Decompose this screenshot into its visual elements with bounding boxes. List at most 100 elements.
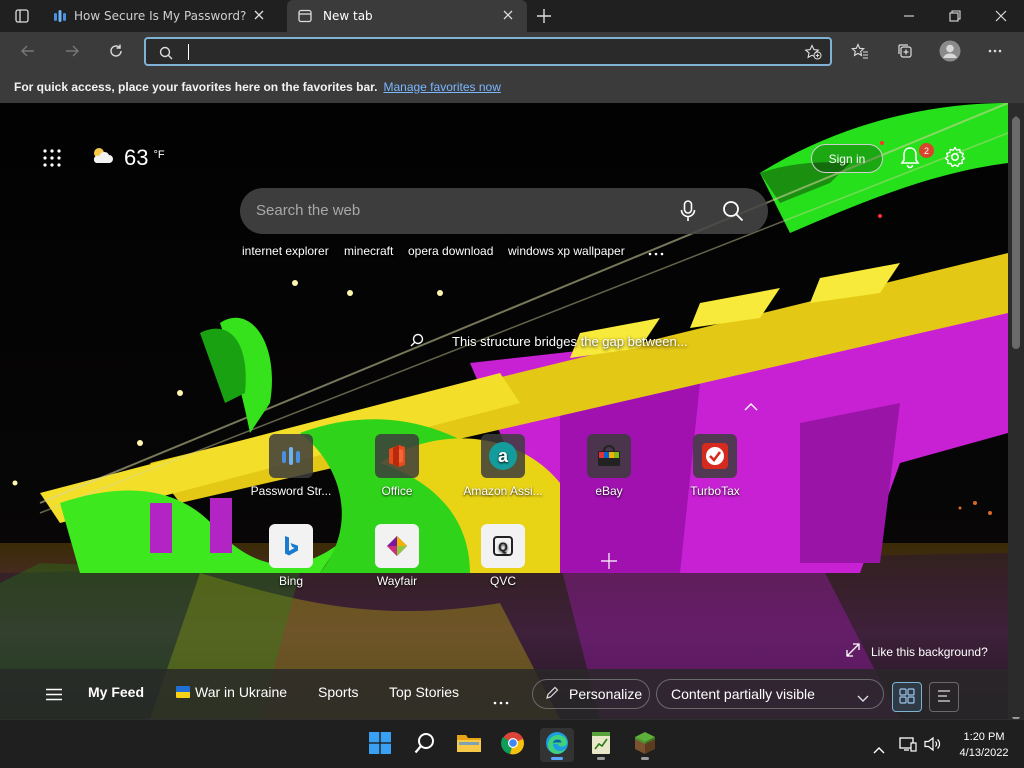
new-tab-icon: [287, 8, 323, 24]
address-bar[interactable]: [144, 37, 832, 66]
add-favorite-icon[interactable]: [804, 44, 822, 64]
system-clock[interactable]: 1:20 PM 4/13/2022: [952, 729, 1016, 761]
more-suggestions-icon[interactable]: [648, 242, 664, 261]
search-icon: [414, 732, 436, 758]
running-indicator: [641, 757, 649, 760]
back-button[interactable]: [13, 36, 43, 66]
content-visibility-dropdown[interactable]: Content partially visible: [656, 679, 884, 709]
content-visibility-label: Content partially visible: [671, 686, 815, 702]
tab-password-checker[interactable]: How Secure Is My Password? | Pa: [46, 0, 286, 32]
quick-link-bing[interactable]: Bing: [241, 524, 341, 588]
quick-link-label: Office: [381, 484, 413, 498]
forward-button[interactable]: [57, 36, 87, 66]
settings-gear-icon[interactable]: [944, 146, 966, 172]
taskbar: 1:20 PM 4/13/2022: [0, 719, 1024, 768]
chevron-up-icon[interactable]: [873, 739, 885, 758]
search-icon: [159, 45, 173, 64]
network-icon[interactable]: [899, 736, 917, 756]
minecraft-grass-block-icon: [634, 731, 656, 759]
like-background-label: Like this background?: [871, 644, 988, 659]
more-feeds-icon[interactable]: [493, 692, 509, 708]
active-indicator: [551, 757, 563, 760]
more-menu-button[interactable]: [980, 36, 1010, 66]
restore-button[interactable]: [932, 0, 978, 32]
apps-launcher-icon[interactable]: [43, 149, 61, 171]
quick-link-office[interactable]: Office: [347, 434, 447, 498]
personalize-label: Personalize: [569, 686, 643, 702]
notes-app-button[interactable]: [584, 728, 618, 762]
scrollbar-thumb[interactable]: [1012, 117, 1020, 349]
feed-tab-war-in-ukraine[interactable]: War in Ukraine: [195, 684, 287, 700]
grid-view-button[interactable]: [892, 682, 922, 712]
close-icon[interactable]: [254, 9, 264, 23]
minecraft-button[interactable]: [628, 728, 662, 762]
feed-tab-sports[interactable]: Sports: [318, 684, 358, 700]
folder-icon: [456, 732, 482, 758]
clock-time: 1:20 PM: [963, 731, 1005, 743]
profile-button[interactable]: [935, 36, 965, 66]
feed-tab-top-stories[interactable]: Top Stories: [389, 684, 459, 700]
notifications-button[interactable]: 2: [899, 143, 934, 169]
qvc-icon: Q: [481, 524, 525, 568]
search-suggestion[interactable]: opera download: [408, 244, 493, 258]
feed-tab-my-feed[interactable]: My Feed: [88, 684, 144, 700]
add-quick-link-button[interactable]: [600, 552, 618, 574]
quick-link-qvc[interactable]: Q QVC: [453, 524, 553, 588]
search-suggestion[interactable]: internet explorer: [242, 244, 329, 258]
quick-link-turbotax[interactable]: TurboTax: [665, 434, 765, 498]
volume-icon[interactable]: [924, 736, 942, 756]
bing-icon: [269, 524, 313, 568]
refresh-button[interactable]: [101, 36, 131, 66]
quick-link-password-strength[interactable]: Password Str...: [241, 434, 341, 498]
start-button[interactable]: [363, 728, 397, 762]
bell-icon: [899, 147, 921, 173]
ebay-icon: [587, 434, 631, 478]
close-window-button[interactable]: [978, 0, 1024, 32]
list-view-button[interactable]: [929, 682, 959, 712]
manage-favorites-link[interactable]: Manage favorites now: [383, 80, 500, 94]
caption-text: This structure bridges the gap between..…: [452, 334, 688, 349]
web-search-box[interactable]: Search the web: [240, 188, 768, 234]
svg-text:Q: Q: [498, 540, 507, 554]
quick-link-label: Bing: [278, 574, 304, 588]
chevron-down-icon: [857, 690, 869, 706]
wayfair-icon: [375, 524, 419, 568]
quick-link-label: QVC: [489, 574, 516, 588]
ukraine-flag-icon: [176, 686, 190, 698]
search-suggestion[interactable]: minecraft: [344, 244, 393, 258]
file-explorer-button[interactable]: [452, 728, 486, 762]
turbotax-icon: [693, 434, 737, 478]
scrollbar[interactable]: [1008, 103, 1024, 723]
quick-link-wayfair[interactable]: Wayfair: [347, 524, 447, 588]
favorites-button[interactable]: [845, 36, 875, 66]
search-icon[interactable]: [722, 200, 744, 226]
quick-link-ebay[interactable]: eBay: [559, 434, 659, 498]
expand-icon: [846, 643, 860, 660]
running-indicator: [597, 757, 605, 760]
quick-link-amazon[interactable]: a Amazon Assi...: [453, 434, 553, 498]
image-caption[interactable]: This structure bridges the gap between..…: [410, 332, 688, 351]
chrome-button[interactable]: [496, 728, 530, 762]
collections-button[interactable]: [890, 36, 920, 66]
search-input[interactable]: Search the web: [256, 202, 360, 219]
toolbar: [0, 32, 1024, 70]
microphone-icon[interactable]: [680, 200, 696, 226]
sign-in-button[interactable]: Sign in: [811, 144, 883, 173]
minimize-button[interactable]: [886, 0, 932, 32]
edge-button[interactable]: [540, 728, 574, 762]
tab-actions-icon[interactable]: [14, 8, 30, 24]
chevron-up-icon[interactable]: [744, 396, 758, 415]
taskbar-search-button[interactable]: [408, 728, 442, 762]
tab-new-tab[interactable]: New tab: [287, 0, 527, 32]
menu-icon[interactable]: [45, 688, 63, 704]
weather-widget[interactable]: 63 °F: [90, 145, 165, 171]
quick-link-label: Password Str...: [250, 484, 332, 498]
like-background-button[interactable]: Like this background?: [846, 643, 988, 660]
new-tab-button[interactable]: [536, 8, 552, 24]
close-icon[interactable]: [503, 9, 513, 23]
password-strength-icon: [46, 8, 74, 24]
quick-link-label: Amazon Assi...: [463, 484, 543, 498]
new-tab-page: 63 °F Sign in 2 Search the web internet …: [0, 103, 1008, 719]
search-suggestion[interactable]: windows xp wallpaper: [508, 244, 625, 258]
personalize-button[interactable]: Personalize: [532, 679, 650, 709]
